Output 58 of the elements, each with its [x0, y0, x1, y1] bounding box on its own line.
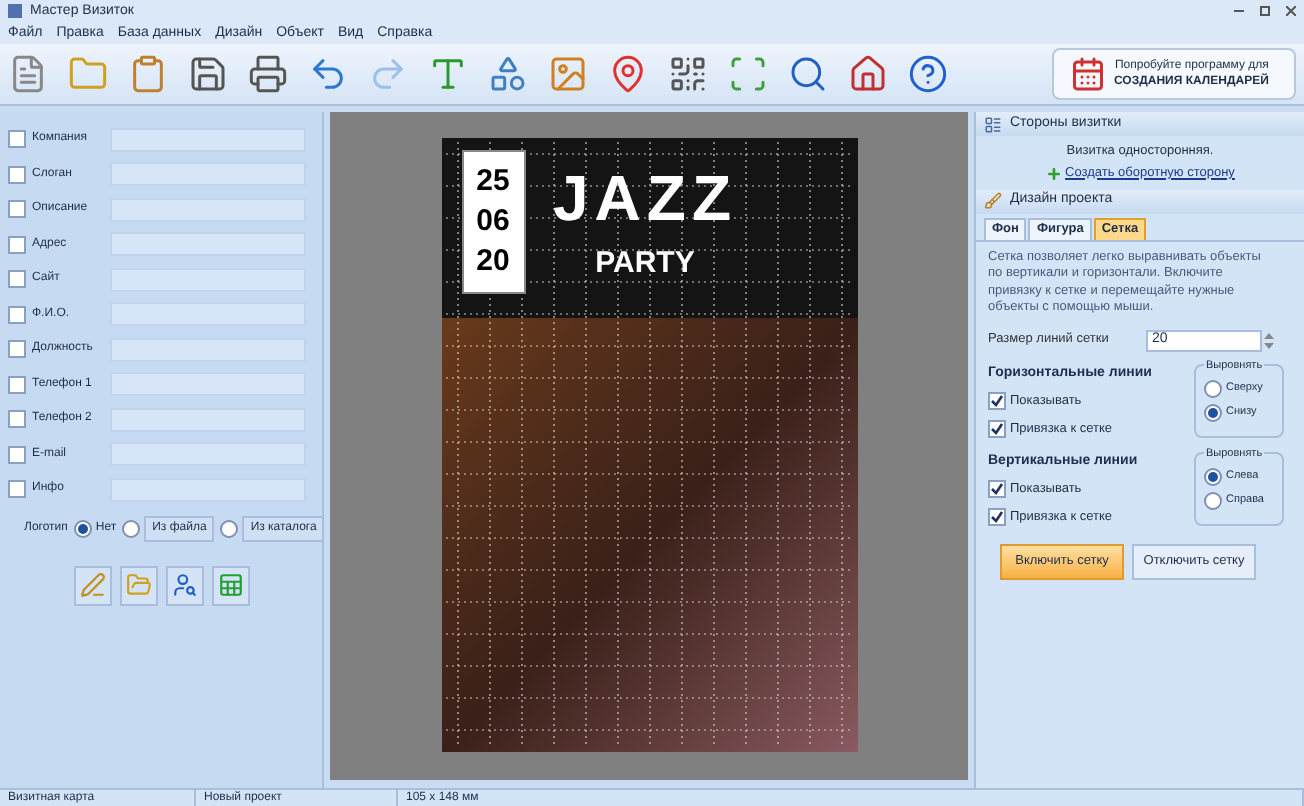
radio-button[interactable] — [1204, 403, 1222, 422]
card-subtitle: PARTY — [595, 244, 695, 284]
date-text: 06 — [476, 202, 510, 242]
checkbox[interactable] — [8, 305, 26, 324]
spreadsheet-icon — [217, 572, 243, 598]
folder-icon[interactable] — [68, 54, 108, 94]
radio-button[interactable] — [1204, 467, 1222, 486]
checkbox[interactable] — [8, 200, 26, 219]
save-icon[interactable] — [188, 54, 228, 94]
checkbox[interactable] — [8, 130, 26, 149]
radio-button[interactable] — [73, 519, 92, 537]
panel-icon — [984, 115, 1002, 133]
shapes-icon[interactable] — [488, 54, 528, 94]
checkbox[interactable] — [8, 410, 26, 429]
checkbox[interactable] — [8, 340, 26, 359]
radio-button[interactable] — [1204, 379, 1222, 398]
calendar-icon — [1070, 56, 1106, 92]
radio-button[interactable] — [122, 519, 141, 537]
checkbox[interactable] — [988, 420, 1006, 439]
clipboard-icon[interactable] — [128, 54, 168, 94]
brush-icon — [984, 192, 1002, 210]
search-icon[interactable] — [788, 54, 828, 94]
user-search-icon — [171, 572, 197, 598]
checkbox[interactable] — [988, 392, 1006, 411]
qr-code-icon[interactable] — [668, 54, 708, 94]
document-icon[interactable] — [8, 54, 48, 94]
checkbox[interactable] — [8, 375, 26, 394]
restore-icon[interactable] — [1260, 6, 1270, 16]
date-text: 25 — [476, 162, 510, 202]
checkbox[interactable] — [8, 165, 26, 184]
undo-icon[interactable] — [308, 54, 348, 94]
edit-icon — [79, 572, 105, 598]
checkbox[interactable] — [8, 270, 26, 289]
radio-button[interactable] — [1204, 491, 1222, 510]
close-icon[interactable] — [1286, 6, 1296, 16]
selection-icon[interactable] — [728, 54, 768, 94]
checkbox[interactable] — [8, 445, 26, 464]
tool-button[interactable] — [73, 565, 111, 605]
plus-icon — [1045, 165, 1062, 182]
help-icon[interactable] — [908, 54, 948, 94]
map-pin-icon[interactable] — [608, 54, 648, 94]
image-icon[interactable] — [548, 54, 588, 94]
checkbox[interactable] — [988, 480, 1006, 499]
checkbox[interactable] — [8, 235, 26, 254]
app-icon — [8, 4, 22, 18]
spinner-icon[interactable] — [1264, 331, 1274, 349]
printer-icon[interactable] — [248, 54, 288, 94]
home-icon[interactable] — [848, 54, 888, 94]
letter-icon[interactable] — [428, 54, 468, 94]
tool-button[interactable] — [165, 565, 203, 605]
checkbox[interactable] — [8, 480, 26, 499]
checkbox[interactable] — [988, 508, 1006, 527]
date-text: 20 — [476, 242, 510, 282]
folder-icon — [125, 572, 151, 598]
tool-button[interactable] — [211, 565, 249, 605]
card-title: JAZZ — [553, 162, 737, 234]
redo-icon[interactable] — [368, 54, 408, 94]
radio-button[interactable] — [220, 519, 239, 537]
